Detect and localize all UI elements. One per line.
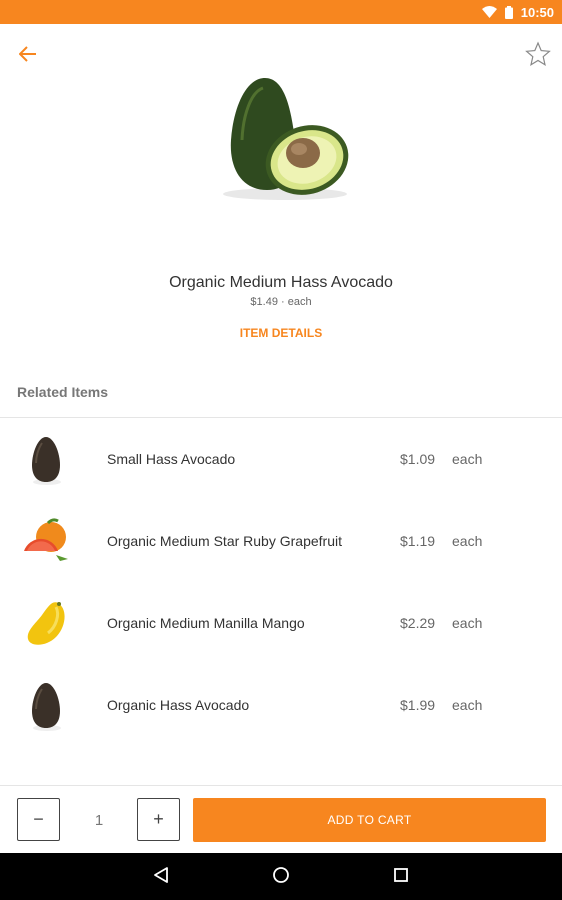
battery-icon <box>504 5 513 19</box>
increase-quantity-button[interactable]: + <box>137 798 180 841</box>
item-unit: each <box>452 451 483 467</box>
item-unit: each <box>452 533 483 549</box>
status-bar: 10:50 <box>0 0 562 24</box>
item-unit: each <box>452 697 483 713</box>
status-time: 10:50 <box>520 4 554 20</box>
quantity-value: 1 <box>94 812 104 829</box>
avocado-icon <box>18 433 74 487</box>
mango-icon <box>18 597 74 651</box>
add-to-cart-button[interactable]: ADD TO CART <box>193 798 546 842</box>
list-item[interactable]: Organic Medium Manilla Mango $2.29 each <box>0 583 562 665</box>
item-name: Organic Hass Avocado <box>107 697 250 713</box>
product-title: Organic Medium Hass Avocado <box>169 274 393 291</box>
triangle-back-icon <box>152 866 170 889</box>
list-item[interactable]: Small Hass Avocado $1.09 each <box>0 419 562 501</box>
item-price: $1.99 <box>400 697 436 713</box>
list-item[interactable]: Organic Medium Star Ruby Grapefruit $1.1… <box>0 501 562 583</box>
square-recents-icon <box>393 867 409 888</box>
avocado-icon <box>18 679 74 733</box>
grapefruit-icon <box>18 515 74 569</box>
item-name: Organic Medium Star Ruby Grapefruit <box>107 533 342 549</box>
product-image <box>215 70 355 210</box>
list-item[interactable]: Organic Hass Avocado $1.99 each <box>0 665 562 747</box>
back-button[interactable] <box>14 42 42 70</box>
navigation-bar <box>0 853 562 900</box>
product-price: $1.49 · each <box>250 296 312 308</box>
divider <box>0 417 562 418</box>
related-items-list: Small Hass Avocado $1.09 each Organic Me… <box>0 419 562 747</box>
item-price: $1.19 <box>400 533 436 549</box>
recents-nav-button[interactable] <box>389 865 413 889</box>
circle-home-icon <box>272 866 290 889</box>
related-items-heading: Related Items <box>17 384 109 400</box>
cart-bar: − 1 + ADD TO CART <box>0 785 562 854</box>
arrow-left-icon <box>18 45 37 67</box>
item-price: $2.29 <box>400 615 436 631</box>
status-icons: 10:50 <box>481 0 554 24</box>
star-outline-icon <box>525 40 551 72</box>
back-nav-button[interactable] <box>149 865 173 889</box>
item-unit: each <box>452 615 483 631</box>
decrease-quantity-button[interactable]: − <box>17 798 60 841</box>
wifi-icon <box>481 6 497 18</box>
item-name: Organic Medium Manilla Mango <box>107 615 305 631</box>
home-nav-button[interactable] <box>269 865 293 889</box>
favorite-button[interactable] <box>524 40 552 72</box>
item-name: Small Hass Avocado <box>107 451 236 467</box>
item-price: $1.09 <box>400 451 436 467</box>
item-details-link[interactable]: ITEM DETAILS <box>0 326 562 340</box>
